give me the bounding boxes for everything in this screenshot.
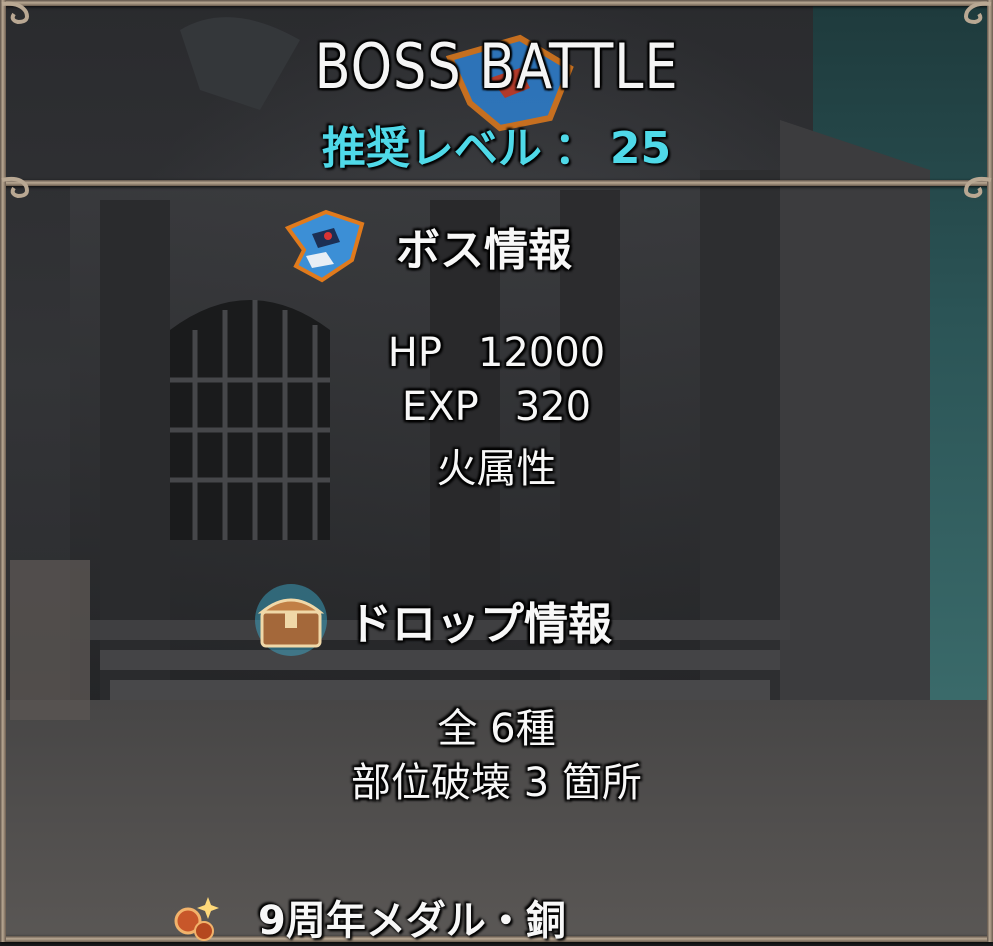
treasure-chest-icon <box>255 584 327 656</box>
corner-ornament-icon <box>964 176 992 199</box>
hp-label: HP <box>387 330 442 376</box>
exp-label: EXP <box>401 384 479 430</box>
page-title: BOSS BATTLE <box>314 30 679 103</box>
level-label: 推奨レベル <box>321 123 542 174</box>
drop-info-heading: ドロップ情報 <box>348 599 612 650</box>
boss-attribute: 火属性 <box>436 446 557 492</box>
part-break-suffix: 箇所 <box>561 760 642 806</box>
hp-stat: HP 12000 <box>0 330 993 376</box>
exp-stat: EXP 320 <box>0 384 993 430</box>
boss-info-header: ボス情報 <box>282 206 572 286</box>
corner-ornament-icon <box>964 1 992 25</box>
level-separator: ： <box>553 123 598 174</box>
recommended-level: 推奨レベル： 25 <box>0 112 993 176</box>
drop-total-value: 6種 <box>490 706 556 752</box>
corner-ornament-icon <box>1 176 29 199</box>
medal-icon <box>174 897 219 941</box>
exp-value: 320 <box>514 384 592 430</box>
frame-top <box>0 0 993 6</box>
part-break-label: 部位破壊 <box>351 760 512 806</box>
boss-info-heading: ボス情報 <box>396 225 572 276</box>
reward-item: 9周年メダル・銅 <box>170 888 566 946</box>
corner-ornament-icon <box>1 1 29 25</box>
boss-head-icon <box>284 209 365 283</box>
part-break: 部位破壊 3 箇所 <box>0 750 993 808</box>
reward-label: 9周年メダル・銅 <box>258 898 566 944</box>
drop-total-prefix: 全 <box>437 706 478 752</box>
part-break-count: 3 <box>523 760 550 806</box>
drop-info-header: ドロップ情報 <box>248 582 612 658</box>
hp-value: 12000 <box>477 330 606 376</box>
frame-divider <box>0 180 993 186</box>
drop-total: 全 6種 <box>0 696 993 754</box>
level-value: 25 <box>609 123 672 174</box>
